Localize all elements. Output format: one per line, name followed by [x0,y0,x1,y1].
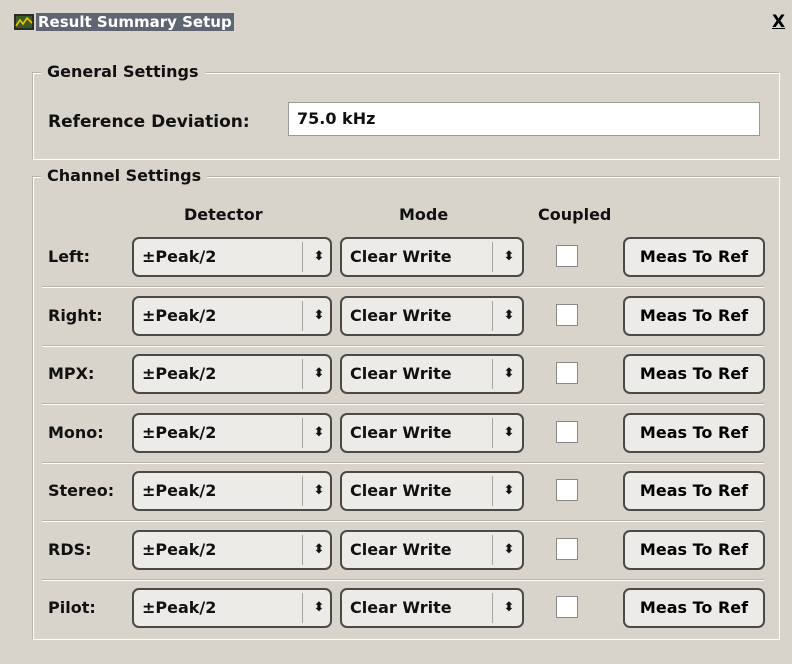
detector-value: ±Peak/2 [142,247,217,266]
reference-deviation-label: Reference Deviation: [48,112,250,132]
mode-select[interactable]: Clear Write ⬍ [340,296,524,336]
select-divider [492,476,493,506]
row-divider [42,520,764,522]
meas-to-ref-button[interactable]: Meas To Ref [623,471,765,511]
updown-arrow-icon: ⬍ [313,600,325,615]
select-divider [302,242,303,272]
updown-arrow-icon: ⬍ [503,542,515,557]
detector-select[interactable]: ±Peak/2 ⬍ [132,413,332,453]
select-divider [492,535,493,565]
select-divider [302,593,303,623]
updown-arrow-icon: ⬍ [313,483,325,498]
channel-label: Mono: [48,423,104,442]
detector-select[interactable]: ±Peak/2 ⬍ [132,530,332,570]
select-divider [302,535,303,565]
select-divider [302,476,303,506]
select-divider [492,359,493,389]
detector-select[interactable]: ±Peak/2 ⬍ [132,471,332,511]
select-divider [492,418,493,448]
updown-arrow-icon: ⬍ [313,542,325,557]
general-settings-title: General Settings [41,62,205,82]
select-divider [302,359,303,389]
mode-value: Clear Write [350,540,452,559]
coupled-checkbox[interactable] [556,479,578,501]
updown-arrow-icon: ⬍ [503,600,515,615]
updown-arrow-icon: ⬍ [313,425,325,440]
row-divider [42,579,764,581]
row-divider [42,345,764,347]
mode-select[interactable]: Clear Write ⬍ [340,530,524,570]
mode-value: Clear Write [350,306,452,325]
select-divider [492,593,493,623]
channel-label: Pilot: [48,598,96,617]
updown-arrow-icon: ⬍ [313,308,325,323]
updown-arrow-icon: ⬍ [503,425,515,440]
mode-value: Clear Write [350,364,452,383]
meas-to-ref-button[interactable]: Meas To Ref [623,237,765,277]
mode-value: Clear Write [350,423,452,442]
mode-select[interactable]: Clear Write ⬍ [340,588,524,628]
updown-arrow-icon: ⬍ [503,483,515,498]
select-divider [492,242,493,272]
meas-to-ref-button[interactable]: Meas To Ref [623,588,765,628]
row-divider [42,286,764,288]
mode-select[interactable]: Clear Write ⬍ [340,237,524,277]
mode-value: Clear Write [350,598,452,617]
channel-label: Stereo: [48,481,115,500]
updown-arrow-icon: ⬍ [313,366,325,381]
detector-value: ±Peak/2 [142,598,217,617]
select-divider [302,301,303,331]
coupled-checkbox[interactable] [556,421,578,443]
mode-select[interactable]: Clear Write ⬍ [340,471,524,511]
detector-value: ±Peak/2 [142,306,217,325]
mode-value: Clear Write [350,247,452,266]
row-divider [42,462,764,464]
coupled-checkbox[interactable] [556,538,578,560]
row-divider [42,403,764,405]
title-bar: Result Summary Setup X [0,0,792,40]
select-divider [302,418,303,448]
detector-select[interactable]: ±Peak/2 ⬍ [132,296,332,336]
detector-value: ±Peak/2 [142,364,217,383]
mode-column-header: Mode [399,205,449,224]
meas-to-ref-button[interactable]: Meas To Ref [623,413,765,453]
channel-label: Left: [48,247,91,266]
channel-settings-title: Channel Settings [41,166,208,186]
meas-to-ref-button[interactable]: Meas To Ref [623,354,765,394]
channel-label: MPX: [48,364,95,383]
channel-label: Right: [48,306,103,325]
coupled-checkbox[interactable] [556,245,578,267]
detector-value: ±Peak/2 [142,481,217,500]
mode-select[interactable]: Clear Write ⬍ [340,413,524,453]
coupled-checkbox[interactable] [556,304,578,326]
meas-to-ref-button[interactable]: Meas To Ref [623,530,765,570]
detector-value: ±Peak/2 [142,423,217,442]
detector-column-header: Detector [184,205,263,224]
close-button[interactable]: X [772,12,785,32]
detector-value: ±Peak/2 [142,540,217,559]
result-summary-setup-dialog: Result Summary Setup X General Settings … [0,0,792,664]
mode-value: Clear Write [350,481,452,500]
window-title: Result Summary Setup [36,13,234,31]
channel-label: RDS: [48,540,92,559]
updown-arrow-icon: ⬍ [503,308,515,323]
detector-select[interactable]: ±Peak/2 ⬍ [132,588,332,628]
select-divider [492,301,493,331]
updown-arrow-icon: ⬍ [503,366,515,381]
coupled-checkbox[interactable] [556,362,578,384]
coupled-column-header: Coupled [538,205,612,224]
mode-select[interactable]: Clear Write ⬍ [340,354,524,394]
meas-to-ref-button[interactable]: Meas To Ref [623,296,765,336]
detector-select[interactable]: ±Peak/2 ⬍ [132,237,332,277]
detector-select[interactable]: ±Peak/2 ⬍ [132,354,332,394]
updown-arrow-icon: ⬍ [503,249,515,264]
app-icon [14,14,34,30]
reference-deviation-input[interactable]: 75.0 kHz [288,102,760,136]
coupled-checkbox[interactable] [556,596,578,618]
updown-arrow-icon: ⬍ [313,249,325,264]
